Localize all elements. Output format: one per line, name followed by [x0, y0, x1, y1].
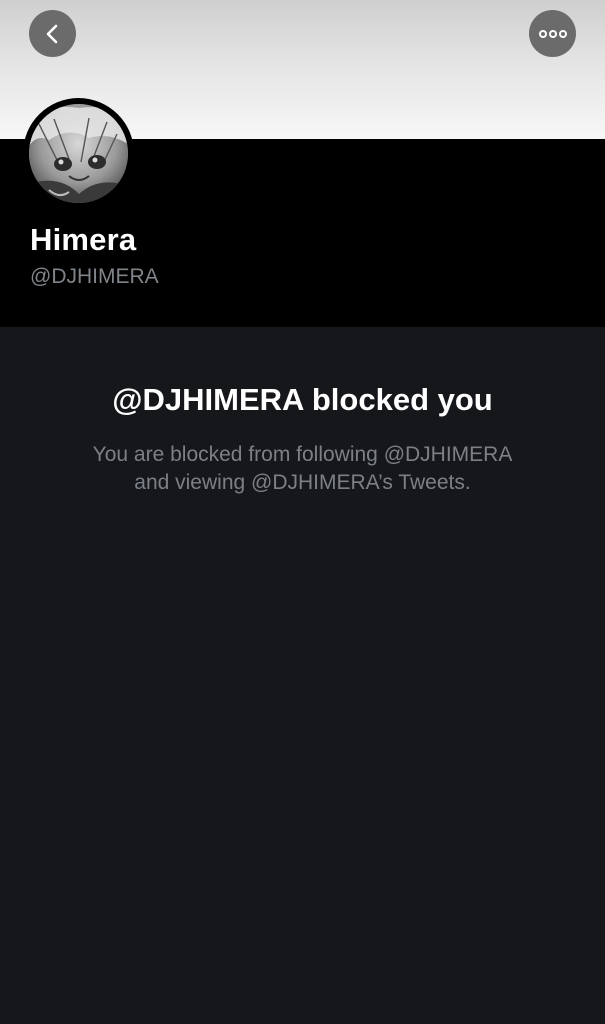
blocked-description-line2: and viewing @DJHIMERA’s Tweets.: [134, 471, 471, 494]
profile-page: Himera @DJHIMERA @DJHIMERA blocked you Y…: [0, 0, 605, 1024]
display-name: Himera: [30, 222, 137, 257]
more-horizontal-icon: [538, 29, 567, 38]
chevron-left-icon: [46, 24, 57, 43]
user-handle: @DJHIMERA: [30, 265, 159, 288]
blocked-description-line1: You are blocked from following @DJHIMERA: [92, 443, 513, 466]
blocked-description: You are blocked from following @DJHIMERA…: [53, 441, 553, 497]
avatar-image-icon: [29, 104, 128, 203]
back-button[interactable]: [29, 10, 76, 57]
blocked-notice: @DJHIMERA blocked you You are blocked fr…: [0, 380, 605, 497]
blocked-title: @DJHIMERA blocked you: [112, 382, 493, 417]
more-button[interactable]: [529, 10, 576, 57]
avatar-ring: [23, 98, 134, 209]
avatar[interactable]: [29, 104, 128, 203]
